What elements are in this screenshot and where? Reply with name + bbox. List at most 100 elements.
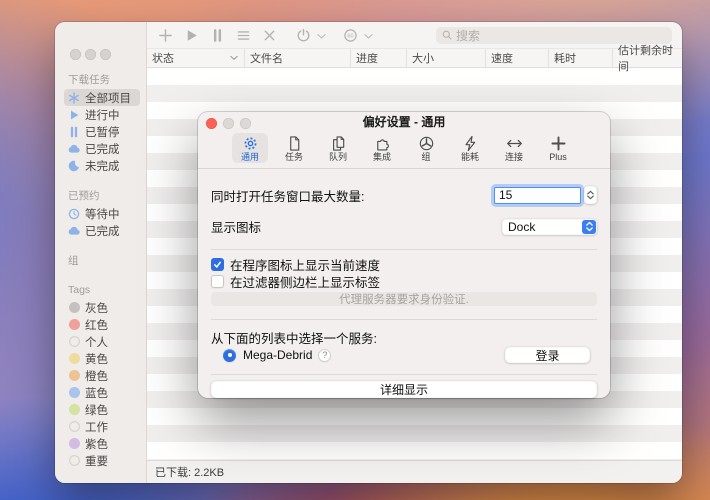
- preferences-tab-pages[interactable]: 队列: [320, 133, 356, 163]
- sidebar-item-label: 蓝色: [85, 385, 108, 401]
- sidebar-item-tag[interactable]: 工作: [64, 418, 140, 435]
- sidebar-item-cloud[interactable]: 已完成: [64, 140, 140, 157]
- column-header[interactable]: 进度: [350, 49, 406, 67]
- power-button[interactable]: [295, 27, 311, 43]
- login-button[interactable]: 登录: [505, 347, 590, 363]
- checkbox-checked-icon[interactable]: [211, 258, 224, 271]
- column-header-label: 估计剩余时间: [618, 42, 682, 74]
- preferences-tab-bolt[interactable]: 能耗: [452, 133, 488, 163]
- sidebar-item-tag[interactable]: 个人: [64, 333, 140, 350]
- sidebar-item-label: 等待中: [85, 206, 120, 222]
- column-header[interactable]: 文件名: [244, 49, 350, 67]
- dialog-close-button[interactable]: [206, 118, 217, 129]
- sidebar-item-label: 灰色: [85, 300, 108, 316]
- sidebar-item-asterisk[interactable]: 全部项目: [64, 89, 140, 106]
- speed-menu-chevron[interactable]: [364, 32, 373, 41]
- pages-icon: [330, 135, 347, 152]
- search-input[interactable]: 搜索: [436, 27, 672, 44]
- column-header-label: 耗时: [554, 50, 576, 66]
- max-task-windows-input[interactable]: 15: [494, 187, 581, 204]
- dialog-title: 偏好设置 - 通用: [363, 113, 446, 130]
- play-icon: [68, 109, 80, 121]
- preferences-tab-fan[interactable]: 组: [408, 133, 444, 163]
- window-traffic-lights: [55, 22, 146, 60]
- column-header-label: 速度: [491, 50, 513, 66]
- remove-button[interactable]: [261, 27, 277, 43]
- sidebar-item-label: 未完成: [85, 158, 120, 174]
- help-button[interactable]: ?: [318, 349, 331, 362]
- sidebar-item-play[interactable]: 进行中: [64, 106, 140, 123]
- sidebar-item-tag[interactable]: 橙色: [64, 367, 140, 384]
- sidebar-item-label: 黄色: [85, 351, 108, 367]
- proxy-auth-disabled-field: 代理服务器要求身份验证.: [211, 292, 597, 306]
- zoom-window-button[interactable]: [100, 49, 111, 60]
- tag-color-dot: [69, 438, 80, 449]
- preferences-tab-gear[interactable]: 通用: [232, 133, 268, 163]
- column-header[interactable]: 状态: [147, 49, 244, 67]
- column-header-label: 进度: [356, 50, 378, 66]
- mega-debrid-radio[interactable]: [223, 349, 236, 362]
- list-button[interactable]: [235, 27, 251, 43]
- sidebar-item-tag[interactable]: 红色: [64, 316, 140, 333]
- preferences-tab-page[interactable]: 任务: [276, 133, 312, 163]
- sidebar-item-label: 工作: [85, 419, 108, 435]
- table-header: 状态文件名进度 大小速度 耗时 估计剩余时间: [147, 48, 682, 68]
- sidebar-item-tag[interactable]: 蓝色: [64, 384, 140, 401]
- dialog-minimize-button[interactable]: [223, 118, 234, 129]
- sidebar-item-cloud[interactable]: 已完成: [64, 222, 140, 239]
- clock-icon: [68, 208, 80, 220]
- sidebar-section-title: 组: [68, 255, 140, 268]
- sidebar-item-tag[interactable]: 黄色: [64, 350, 140, 367]
- speed-limit-button[interactable]: 60: [342, 27, 358, 43]
- desktop-wallpaper: 下载任务全部项目进行中已暂停已完成未完成已预约等待中已完成组Tags灰色红色个人…: [0, 0, 710, 500]
- plus-icon: [550, 135, 567, 152]
- sidebar-section-title: Tags: [68, 284, 140, 297]
- puzzle-icon: [374, 135, 391, 152]
- column-header[interactable]: 耗时: [548, 49, 612, 67]
- toolbar: 60 搜索: [147, 22, 682, 48]
- sidebar-item-tag[interactable]: 灰色: [64, 299, 140, 316]
- service-list-label: 从下面的列表中选择一个服务:: [211, 328, 597, 342]
- cloud-icon: [68, 225, 80, 237]
- stepper-down-icon: [587, 195, 594, 200]
- sidebar: 下载任务全部项目进行中已暂停已完成未完成已预约等待中已完成组Tags灰色红色个人…: [55, 22, 147, 483]
- dialog-traffic-lights: [206, 118, 251, 129]
- preferences-tab-puzzle[interactable]: 集成: [364, 133, 400, 163]
- downloaded-total: 已下载: 2.2KB: [155, 464, 224, 480]
- column-header[interactable]: 大小: [406, 49, 485, 67]
- moon-icon: [68, 160, 80, 172]
- separator: [211, 249, 597, 250]
- pause-button[interactable]: [209, 27, 225, 43]
- power-menu-chevron[interactable]: [317, 32, 326, 41]
- resume-button[interactable]: [183, 27, 199, 43]
- tab-label: 队列: [329, 152, 347, 162]
- add-task-button[interactable]: [157, 27, 173, 43]
- sidebar-item-moon[interactable]: 未完成: [64, 157, 140, 174]
- close-window-button[interactable]: [70, 49, 81, 60]
- column-header[interactable]: 速度: [485, 49, 548, 67]
- tag-color-dot: [69, 336, 80, 347]
- sidebar-item-tag[interactable]: 重要: [64, 452, 140, 469]
- sidebar-item-label: 重要: [85, 453, 108, 469]
- preferences-tab-arrows[interactable]: 连接: [496, 133, 532, 163]
- show-icon-dropdown[interactable]: Dock: [502, 219, 597, 235]
- sidebar-section-title: 下载任务: [68, 74, 140, 87]
- checkbox-unchecked-icon[interactable]: [211, 275, 224, 288]
- dialog-zoom-button[interactable]: [240, 118, 251, 129]
- show-speed-on-icon-checkbox-row[interactable]: 在程序图标上显示当前速度: [211, 257, 597, 271]
- sort-chevron-icon: [230, 55, 238, 61]
- preferences-tab-plus[interactable]: Plus: [540, 133, 576, 163]
- detail-display-button[interactable]: 详细显示: [211, 381, 597, 398]
- sidebar-item-label: 已完成: [85, 141, 120, 157]
- gear-icon: [242, 135, 259, 152]
- show-tags-sidebar-checkbox-row[interactable]: 在过滤器侧边栏上显示标签: [211, 274, 597, 288]
- sidebar-item-clock[interactable]: 等待中: [64, 205, 140, 222]
- sidebar-item-tag[interactable]: 绿色: [64, 401, 140, 418]
- tag-color-dot: [69, 421, 80, 432]
- sidebar-item-pause[interactable]: 已暂停: [64, 123, 140, 140]
- minimize-window-button[interactable]: [85, 49, 96, 60]
- sidebar-item-tag[interactable]: 紫色: [64, 435, 140, 452]
- max-task-windows-stepper[interactable]: [584, 186, 597, 204]
- column-header[interactable]: 估计剩余时间: [612, 49, 682, 67]
- sidebar-item-label: 已暂停: [85, 124, 120, 140]
